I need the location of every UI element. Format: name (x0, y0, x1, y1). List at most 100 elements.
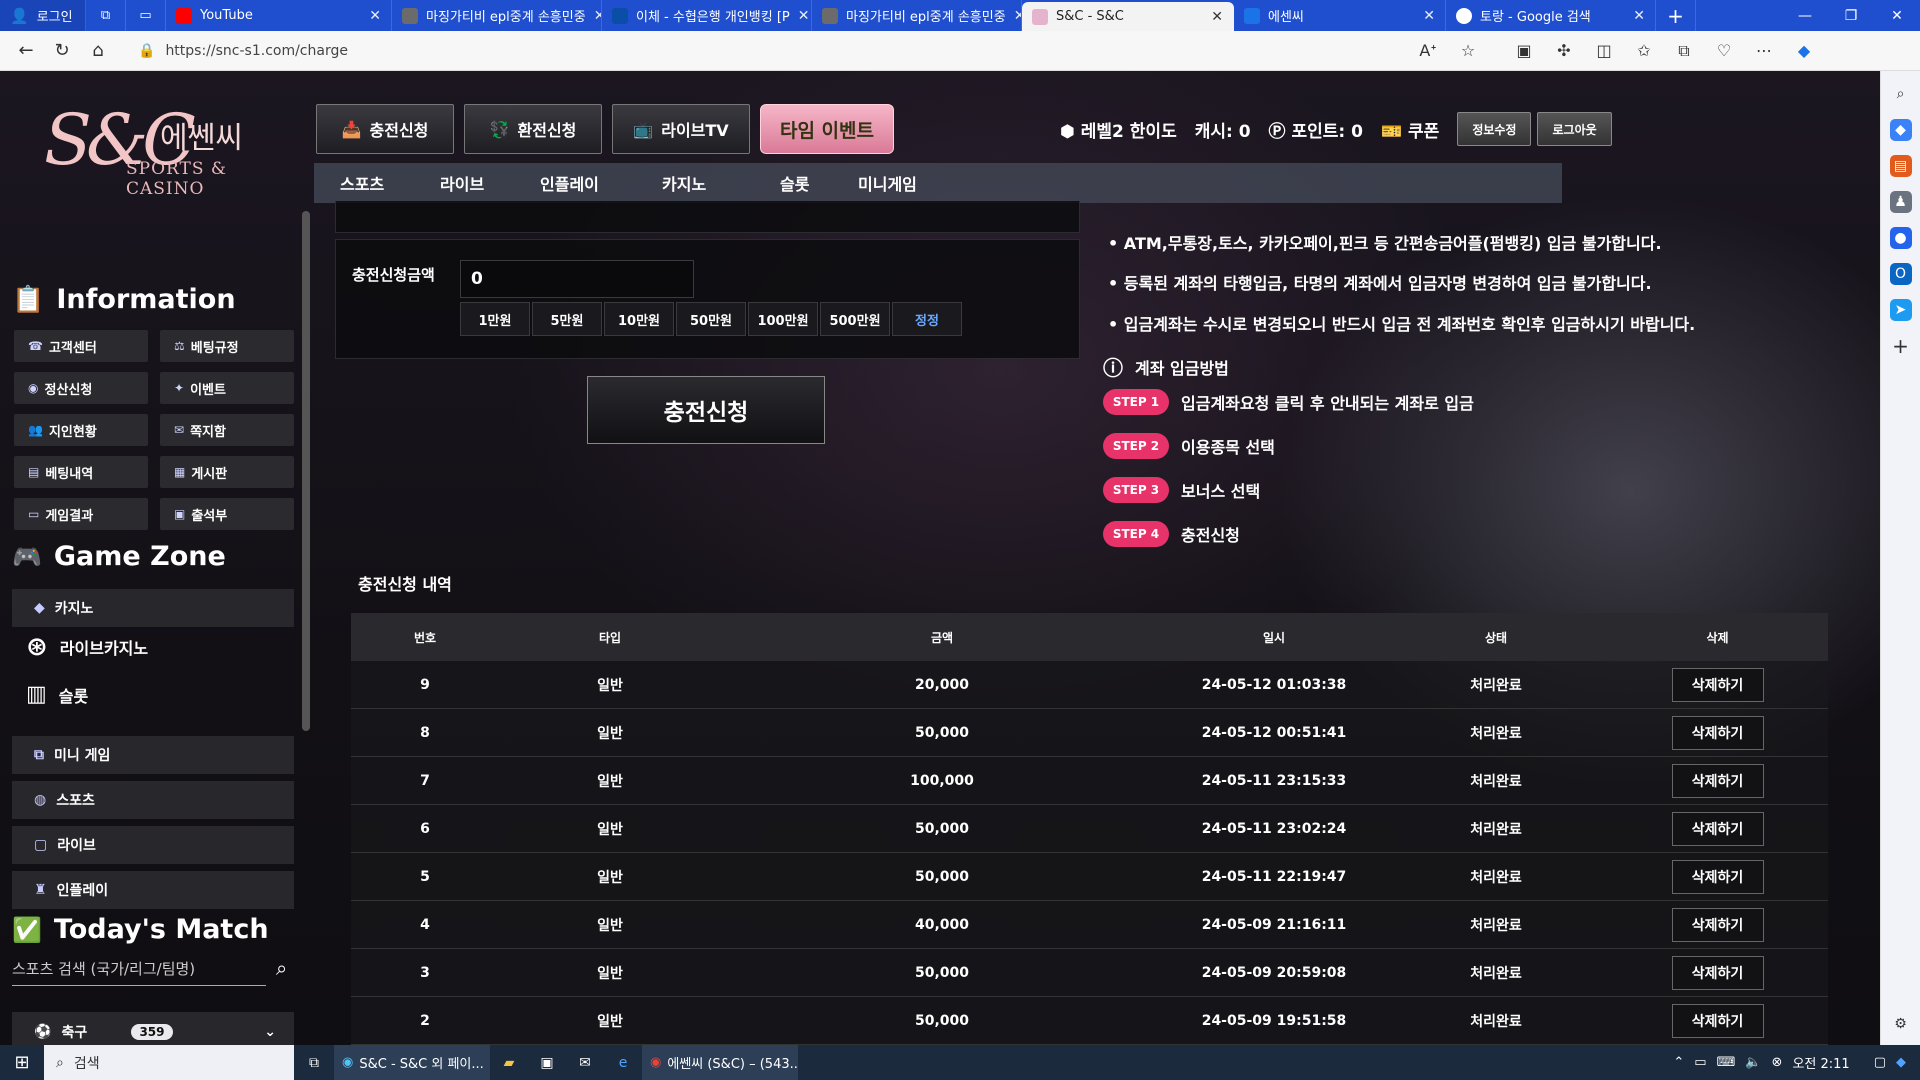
games-icon[interactable]: ♟ (1889, 191, 1912, 213)
amount-100k-button[interactable]: 10만원 (604, 302, 674, 336)
withdraw-request-button[interactable]: 💱 환전신청 (464, 104, 602, 154)
more-icon[interactable]: ⋯ (1744, 41, 1784, 60)
network-icon[interactable]: ⌨ (1717, 1055, 1736, 1070)
gear-icon[interactable]: ⚙ (1890, 1013, 1912, 1035)
sidebar-item-casino[interactable]: ◆ 카지노 (12, 589, 294, 627)
home-icon[interactable]: ⌂ (80, 40, 116, 61)
nav-live[interactable]: 라이브 (440, 171, 540, 195)
profile-button[interactable]: 👤 로그인 (0, 0, 86, 31)
sidebar-item-sports[interactable]: ◍ 스포츠 (12, 781, 294, 819)
favorite-star-icon[interactable]: ☆ (1448, 41, 1488, 60)
amount-1m-button[interactable]: 100만원 (748, 302, 818, 336)
battery-icon[interactable]: ▭ (1694, 1055, 1706, 1070)
refresh-icon[interactable]: ↻ (44, 40, 80, 61)
search-icon[interactable]: ⌕ (1890, 83, 1912, 105)
amount-5m-button[interactable]: 500만원 (820, 302, 890, 336)
task-view-icon[interactable]: ⧉ (294, 1055, 334, 1071)
tag-icon[interactable]: ◆ (1889, 119, 1912, 141)
extension-icon[interactable]: ▣ (1504, 41, 1544, 60)
notification-icon[interactable]: ▢ (1874, 1055, 1886, 1070)
delete-button[interactable]: 삭제하기 (1671, 955, 1764, 990)
sidebar-item-minigame[interactable]: ⧉ 미니 게임 (12, 736, 294, 774)
amount-input[interactable]: 0 (460, 260, 694, 298)
delete-button[interactable]: 삭제하기 (1671, 811, 1764, 846)
sport-row-soccer[interactable]: ⚽ 축구 359 ⌄ (12, 1012, 294, 1045)
nav-inplay[interactable]: 인플레이 (540, 171, 662, 195)
minimize-icon[interactable]: — (1782, 8, 1828, 24)
tab-suhyup[interactable]: 이체 - 수협은행 개인뱅킹 [P ✕ (602, 0, 812, 31)
sidebar-item-live-casino[interactable]: ⊛ 라이브카지노 (26, 632, 148, 662)
toolbox-icon[interactable]: ▤ (1889, 155, 1912, 177)
delete-button[interactable]: 삭제하기 (1671, 715, 1764, 750)
messages-button[interactable]: ✉ 쪽지함 (160, 414, 294, 446)
read-aloud-icon[interactable]: Aᐩ (1408, 41, 1448, 60)
restore-icon[interactable]: ❐ (1828, 8, 1874, 24)
attendance-button[interactable]: ▣ 출석부 (160, 498, 294, 530)
collections-icon[interactable]: ⧉ (1664, 41, 1704, 61)
tab-mazinga-2[interactable]: 마징가티비 epl중계 손흥민중 ✕ (812, 0, 1022, 31)
file-explorer-icon[interactable]: ▰ (490, 1055, 528, 1071)
add-icon[interactable]: + (1890, 334, 1912, 358)
taskbar-search[interactable]: ⌕ 검색 (44, 1045, 294, 1080)
board-button[interactable]: ▦ 게시판 (160, 456, 294, 488)
new-tab-icon[interactable]: + (1656, 0, 1696, 31)
sports-search-input[interactable]: 스포츠 검색 (국가/리그/팀명) (12, 958, 266, 986)
split-screen-icon[interactable]: ◫ (1584, 41, 1624, 60)
amount-50k-button[interactable]: 5만원 (532, 302, 602, 336)
nav-sports[interactable]: 스포츠 (340, 171, 440, 195)
close-tab-icon[interactable]: ✕ (594, 8, 601, 24)
event-button[interactable]: ✦ 이벤트 (160, 372, 294, 404)
close-tab-icon[interactable]: ✕ (1633, 8, 1645, 24)
ie-icon[interactable]: e (604, 1055, 642, 1071)
search-icon[interactable]: ⌕ (276, 956, 287, 980)
back-icon[interactable]: ← (8, 40, 44, 61)
deposit-submit-button[interactable]: 충전신청 (587, 376, 825, 444)
favorites-icon[interactable]: ✩ (1624, 41, 1664, 60)
mail-icon[interactable]: ✉ (566, 1055, 604, 1071)
nav-minigame[interactable]: 미니게임 (858, 171, 958, 195)
chevron-down-icon[interactable]: ⌄ (264, 1024, 276, 1040)
store-icon[interactable]: ▣ (528, 1055, 566, 1071)
sidebar-item-live[interactable]: ▢ 라이브 (12, 826, 294, 864)
delete-button[interactable]: 삭제하기 (1671, 1003, 1764, 1038)
delete-button[interactable]: 삭제하기 (1671, 907, 1764, 942)
delete-button[interactable]: 삭제하기 (1671, 763, 1764, 798)
copilot-taskbar-icon[interactable]: ◆ (1896, 1055, 1906, 1070)
close-tab-icon[interactable]: ✕ (369, 8, 381, 24)
site-logo[interactable]: S&C 에쎈씨 SPORTS & CASINO (44, 99, 284, 199)
tab-google[interactable]: 토랑 - Google 검색 ✕ (1446, 0, 1656, 31)
live-tv-button[interactable]: 📺 라이브TV (612, 104, 750, 154)
betting-rules-button[interactable]: ⚖ 베팅규정 (160, 330, 294, 362)
tab-youtube[interactable]: YouTube ✕ (166, 0, 392, 31)
taskbar-app-chrome[interactable]: ◉ 에쎈씨 (S&C) – (543... (642, 1045, 798, 1080)
tab-essenc[interactable]: 에센씨 ✕ (1234, 0, 1446, 31)
nav-slot[interactable]: 슬롯 (780, 171, 858, 195)
deposit-request-button[interactable]: 📥 충전신청 (316, 104, 454, 154)
amount-10k-button[interactable]: 1만원 (460, 302, 530, 336)
chevron-up-icon[interactable]: ⌃ (1673, 1055, 1684, 1070)
referral-button[interactable]: 👥 지인현황 (14, 414, 148, 446)
nav-casino[interactable]: 카지노 (662, 171, 780, 195)
close-tab-icon[interactable]: ✕ (1211, 9, 1223, 25)
settlement-button[interactable]: ◉ 정산신청 (14, 372, 148, 404)
copilot-icon[interactable]: ◆ (1784, 41, 1824, 60)
performance-icon[interactable]: ♡ (1704, 41, 1744, 60)
time-event-button[interactable]: 타임 이벤트 (760, 104, 894, 154)
amount-reset-button[interactable]: 정정 (892, 302, 962, 336)
bet-history-button[interactable]: ▤ 베팅내역 (14, 456, 148, 488)
copilot-icon[interactable]: ● (1889, 227, 1912, 249)
delete-button[interactable]: 삭제하기 (1671, 859, 1764, 894)
customer-center-button[interactable]: ☎ 고객센터 (14, 330, 148, 362)
close-tab-icon[interactable]: ✕ (1423, 8, 1435, 24)
outlook-icon[interactable]: O (1889, 263, 1912, 285)
send-icon[interactable]: ➤ (1889, 299, 1912, 321)
puzzle-icon[interactable]: ✣ (1544, 41, 1584, 60)
clock[interactable]: 오전 2:11 (1792, 1053, 1849, 1072)
close-window-icon[interactable]: ✕ (1874, 8, 1920, 24)
volume-icon[interactable]: 🔈 (1745, 1055, 1761, 1070)
sidebar-item-slot[interactable]: ▥ 슬롯 (26, 682, 88, 707)
coupon-link[interactable]: 🎫 쿠폰 (1381, 117, 1439, 142)
edit-profile-button[interactable]: 정보수정 (1457, 112, 1532, 146)
close-tab-icon[interactable]: ✕ (1014, 8, 1021, 24)
workspaces-icon[interactable]: ⧉ (86, 0, 126, 31)
